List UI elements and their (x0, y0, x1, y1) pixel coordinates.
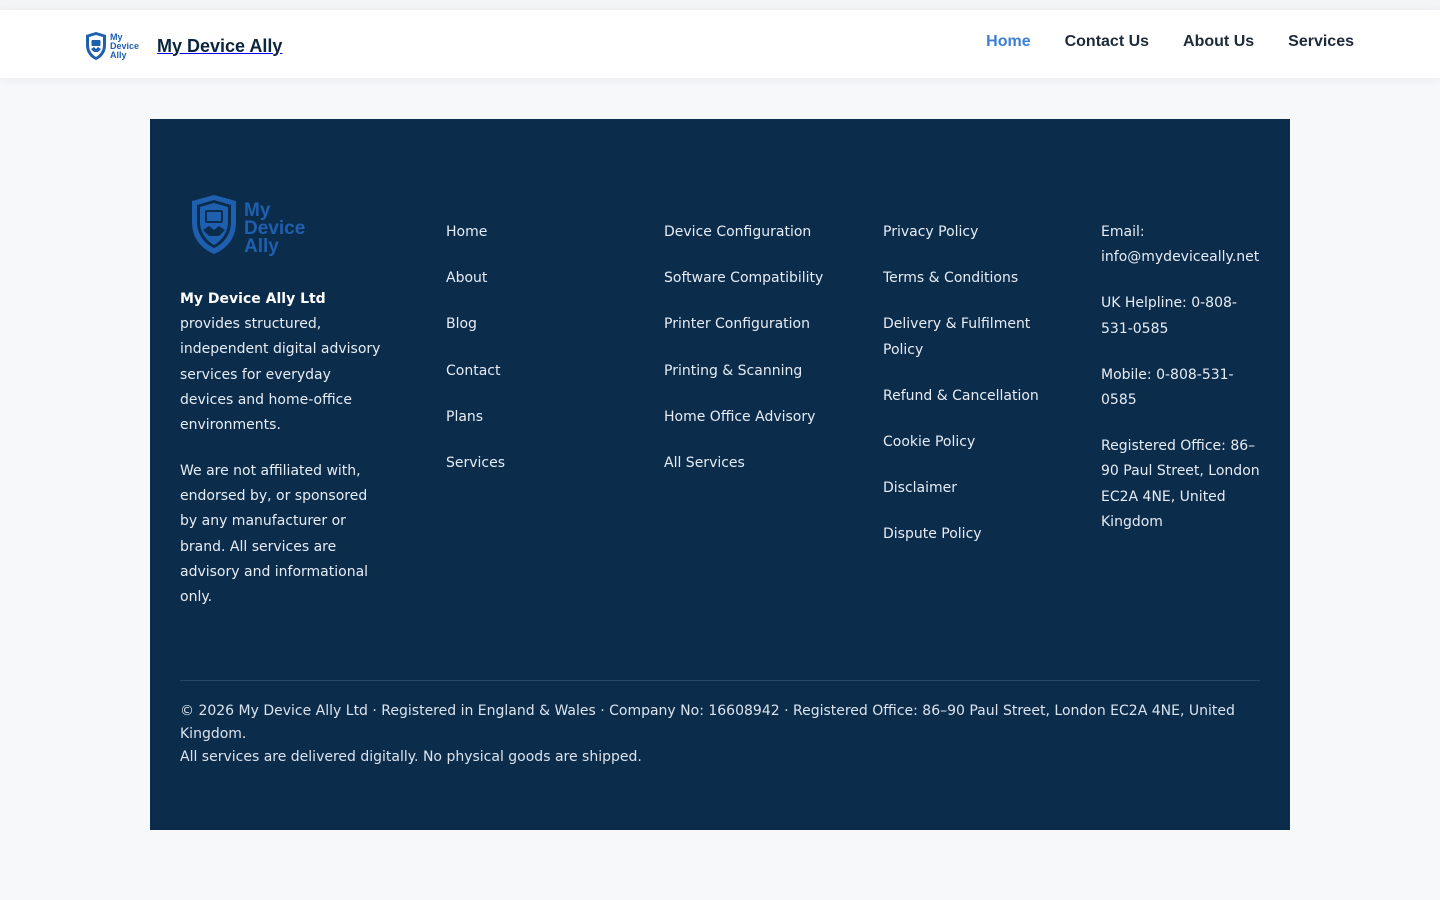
list-item: Dispute Policy (883, 522, 1048, 547)
list-item: Home Office Advisory (664, 405, 824, 430)
footer-link-refund-cancellation[interactable]: Refund & Cancellation (883, 388, 1039, 404)
list-item: Refund & Cancellation (883, 384, 1048, 409)
list-item: Terms & Conditions (883, 266, 1048, 291)
footer-link-dispute-policy[interactable]: Dispute Policy (883, 526, 982, 542)
nav-about-us[interactable]: About Us (1183, 33, 1254, 51)
list-item: Plans (446, 405, 626, 430)
contact-email: Email: info@mydeviceally.net (1101, 220, 1266, 270)
list-item: Home (446, 220, 626, 245)
footer-link-disclaimer[interactable]: Disclaimer (883, 480, 957, 496)
company-name: My Device Ally Ltd (180, 291, 326, 307)
footer-shield-logo-icon: My Device Ally (192, 195, 305, 256)
list-item: Services (446, 451, 626, 476)
footer-link-blog[interactable]: Blog (446, 316, 477, 332)
delivery-note: All services are delivered digitally. No… (180, 749, 642, 765)
footer-link-terms-conditions[interactable]: Terms & Conditions (883, 270, 1018, 286)
company-description: My Device Ally Ltd provides structured, … (180, 287, 385, 438)
top-strip (0, 0, 1440, 10)
policies-links-list: Privacy Policy Terms & Conditions Delive… (883, 220, 1048, 569)
footer-link-printer-configuration[interactable]: Printer Configuration (664, 316, 810, 332)
list-item: Printer Configuration (664, 312, 824, 337)
list-item: Device Configuration (664, 220, 824, 245)
site-header: My Device Ally My Device Ally Home Conta… (0, 10, 1440, 78)
list-item: Disclaimer (883, 476, 1048, 501)
list-item: All Services (664, 451, 824, 476)
footer-link-home-office-advisory[interactable]: Home Office Advisory (664, 409, 815, 425)
main-nav: Home Contact Us About Us Services (952, 33, 1354, 51)
copyright-text: © 2026 My Device Ally Ltd · Registered i… (180, 703, 1235, 742)
list-item: Contact (446, 359, 626, 384)
footer-logo-word-ally: Ally (244, 236, 279, 256)
list-item: Printing & Scanning (664, 359, 824, 384)
mobile-link[interactable]: Mobile: 0-808-531-0585 (1101, 367, 1234, 408)
email-link[interactable]: Email: info@mydeviceally.net (1101, 224, 1259, 265)
brand-name: My Device Ally (157, 35, 283, 56)
footer-link-home[interactable]: Home (446, 224, 487, 240)
footer-link-delivery-policy[interactable]: Delivery & Fulfilment Policy (883, 316, 1030, 357)
services-links-list: Device Configuration Software Compatibil… (664, 220, 824, 497)
site-footer: My Device Ally My Device Ally Ltd provid… (150, 119, 1290, 830)
footer-link-services[interactable]: Services (446, 455, 505, 471)
footer-link-all-services[interactable]: All Services (664, 455, 745, 471)
contact-mobile: Mobile: 0-808-531-0585 (1101, 363, 1266, 413)
company-desc-text: provides structured, independent digital… (180, 316, 381, 434)
list-item: Cookie Policy (883, 430, 1048, 455)
list-item: About (446, 266, 626, 291)
list-item: Delivery & Fulfilment Policy (883, 312, 1048, 362)
footer-link-plans[interactable]: Plans (446, 409, 483, 425)
shield-logo-icon: My Device Ally (86, 32, 139, 60)
footer-link-software-compatibility[interactable]: Software Compatibility (664, 270, 823, 286)
list-item: Software Compatibility (664, 266, 824, 291)
list-item: Blog (446, 312, 626, 337)
helpline-link[interactable]: UK Helpline: 0-808-531-0585 (1101, 295, 1237, 336)
contact-info-list: Email: info@mydeviceally.net UK Helpline… (1101, 220, 1266, 556)
list-item: Privacy Policy (883, 220, 1048, 245)
footer-link-about[interactable]: About (446, 270, 487, 286)
footer-divider (180, 680, 1260, 681)
legal-notice: © 2026 My Device Ally Ltd · Registered i… (180, 700, 1260, 769)
footer-link-privacy-policy[interactable]: Privacy Policy (883, 224, 978, 240)
footer-link-contact[interactable]: Contact (446, 363, 500, 379)
contact-registered-office: Registered Office: 86–90 Paul Street, Lo… (1101, 438, 1260, 530)
contact-helpline: UK Helpline: 0-808-531-0585 (1101, 291, 1266, 341)
footer-link-printing-scanning[interactable]: Printing & Scanning (664, 363, 802, 379)
footer-link-device-configuration[interactable]: Device Configuration (664, 224, 811, 240)
nav-contact-us[interactable]: Contact Us (1065, 33, 1149, 51)
footer-link-cookie-policy[interactable]: Cookie Policy (883, 434, 975, 450)
brand-home-link[interactable]: My Device Ally My Device Ally (84, 30, 282, 62)
logo-word-ally: Ally (110, 50, 127, 60)
nav-services[interactable]: Services (1288, 33, 1354, 51)
affiliation-disclaimer: We are not affiliated with, endorsed by,… (180, 463, 369, 606)
nav-home[interactable]: Home (986, 33, 1030, 51)
quick-links-list: Home About Blog Contact Plans Services (446, 220, 626, 497)
